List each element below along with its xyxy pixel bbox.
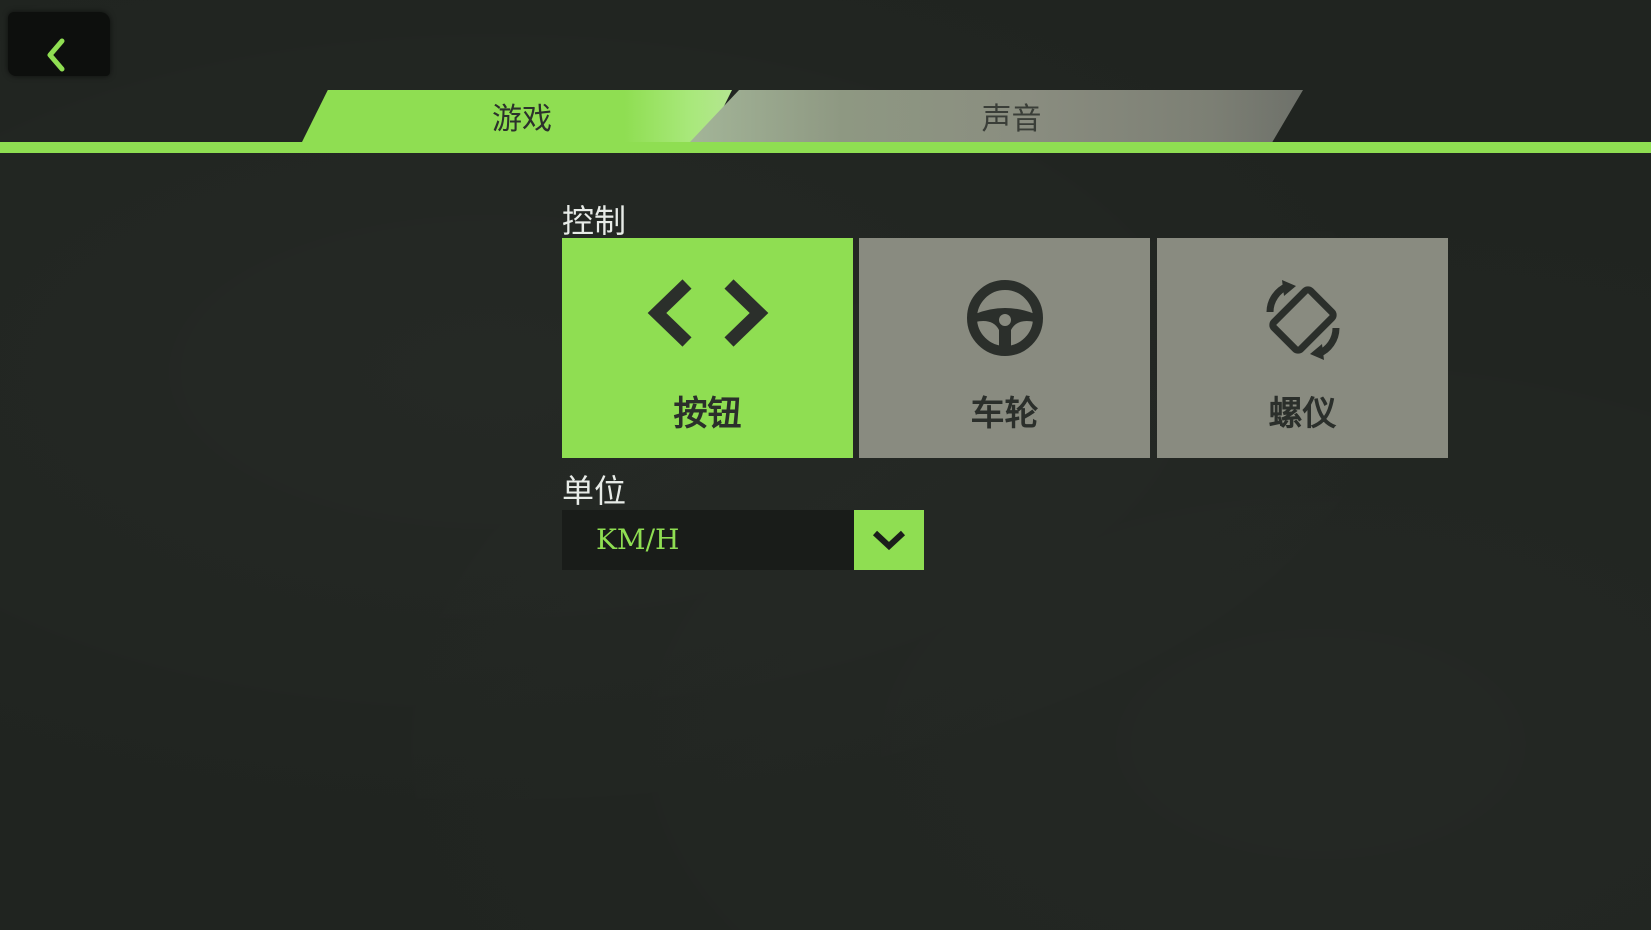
unit-dropdown[interactable]: KM/H — [562, 510, 924, 570]
control-option-label: 车轮 — [970, 394, 1039, 434]
rotate-device-icon — [1266, 280, 1339, 360]
tab-game[interactable]: 游戏 — [302, 90, 732, 142]
controls-section-label: 控制 — [562, 202, 627, 240]
control-option-label: 按钮 — [673, 394, 742, 434]
control-option-wheel[interactable]: 车轮 — [859, 238, 1150, 458]
steering-wheel-icon — [966, 280, 1043, 356]
unit-selected-value: KM/H — [596, 523, 680, 556]
control-option-gyro[interactable]: 螺仪 — [1157, 238, 1448, 458]
back-button[interactable] — [8, 12, 110, 76]
back-arrow-icon — [47, 38, 65, 72]
unit-dropdown-toggle[interactable] — [854, 510, 924, 570]
tab-game-label: 游戏 — [492, 102, 552, 137]
settings-screen: 游戏 声音 控制 按钮 车轮 螺仪 单位 KM/H — [0, 0, 1651, 930]
tab-underline — [0, 142, 1651, 153]
arrows-left-right-icon — [647, 279, 768, 347]
units-section-label: 单位 — [562, 472, 627, 510]
control-option-label: 螺仪 — [1268, 394, 1337, 434]
chevron-down-icon — [872, 530, 906, 551]
tab-sound-label: 声音 — [981, 102, 1042, 137]
tab-sound[interactable]: 声音 — [690, 90, 1303, 142]
control-option-buttons[interactable]: 按钮 — [562, 238, 853, 458]
